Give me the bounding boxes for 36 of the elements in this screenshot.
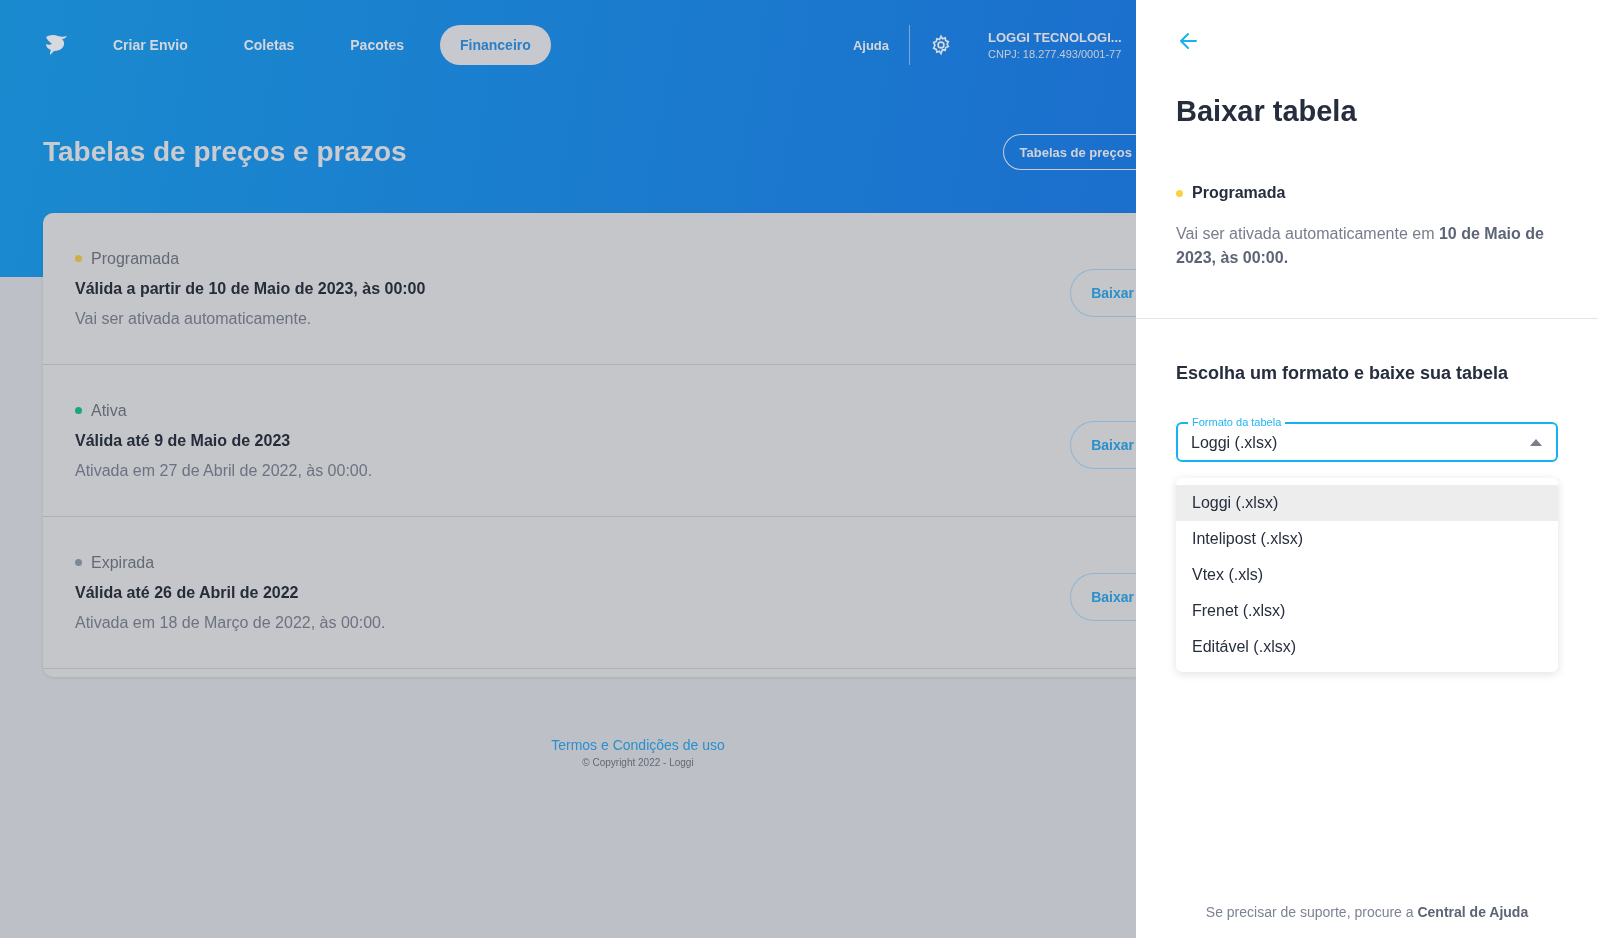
status-label: Expirada: [91, 553, 155, 572]
page-title: Tabelas de preços e prazos: [43, 136, 407, 168]
support-text: Se precisar de suporte, procure a Central de Ajuda: [1204, 904, 1530, 920]
nav-tab[interactable]: Financeiro: [440, 25, 551, 65]
drawer-title: Baixar tabela: [1176, 95, 1358, 128]
status-label: Ativa: [91, 401, 127, 420]
validity-text: Válida até 9 de Maio de 2023: [75, 431, 292, 450]
format-option[interactable]: Frenet (.xlsx): [1176, 593, 1558, 629]
nav-tab[interactable]: Criar Envio: [93, 25, 208, 65]
company-name[interactable]: LOGGI TECNOLOGI...: [988, 30, 1122, 45]
company-cnpj: CNPJ: 18.277.493/0001-77: [988, 48, 1122, 60]
validity-text: Válida a partir de 10 de Maio de 2023, às 00:00: [75, 279, 426, 298]
format-option[interactable]: Loggi (.xlsx): [1176, 485, 1558, 521]
activation-note: Vai ser ativada automaticamente.: [75, 309, 313, 328]
settings-icon: [930, 34, 952, 56]
field-label: Formato da tabela: [1188, 416, 1286, 429]
caret-up-icon: [1530, 438, 1542, 446]
format-option[interactable]: Intelipost (.xlsx): [1176, 521, 1558, 557]
selected-value: Loggi (.xlsx): [1191, 433, 1279, 452]
nav-tab[interactable]: Coletas: [223, 25, 315, 65]
terms-link[interactable]: Termos e Condições de uso: [551, 737, 725, 753]
copyright-text: © Copyright 2022 - Loggi: [582, 757, 694, 768]
activation-description: Vai ser ativada automaticamente em 10 de Maio de 2023, às 00:00.: [1176, 224, 1545, 268]
nav-tab[interactable]: Pacotes: [330, 25, 424, 65]
status-label: Programada: [1192, 184, 1286, 202]
activation-note: Ativada em 18 de Março de 2022, às 00:00.: [75, 613, 386, 632]
format-heading: Escolha um formato e baixe sua tabela: [1176, 363, 1510, 384]
status-dot: [1176, 189, 1183, 197]
format-option[interactable]: Editável (.xlsx): [1176, 629, 1558, 665]
rabbit-logo-icon: [43, 33, 69, 57]
help-link[interactable]: Ajuda: [852, 37, 909, 53]
activation-note: Ativada em 27 de Abril de 2022, às 00:00.: [75, 461, 373, 480]
format-option[interactable]: Vtex (.xls): [1176, 557, 1558, 593]
back-arrow-icon: [1178, 32, 1198, 50]
status-label: Programada: [91, 249, 180, 268]
validity-text: Válida até 26 de Abril de 2022: [75, 583, 300, 602]
